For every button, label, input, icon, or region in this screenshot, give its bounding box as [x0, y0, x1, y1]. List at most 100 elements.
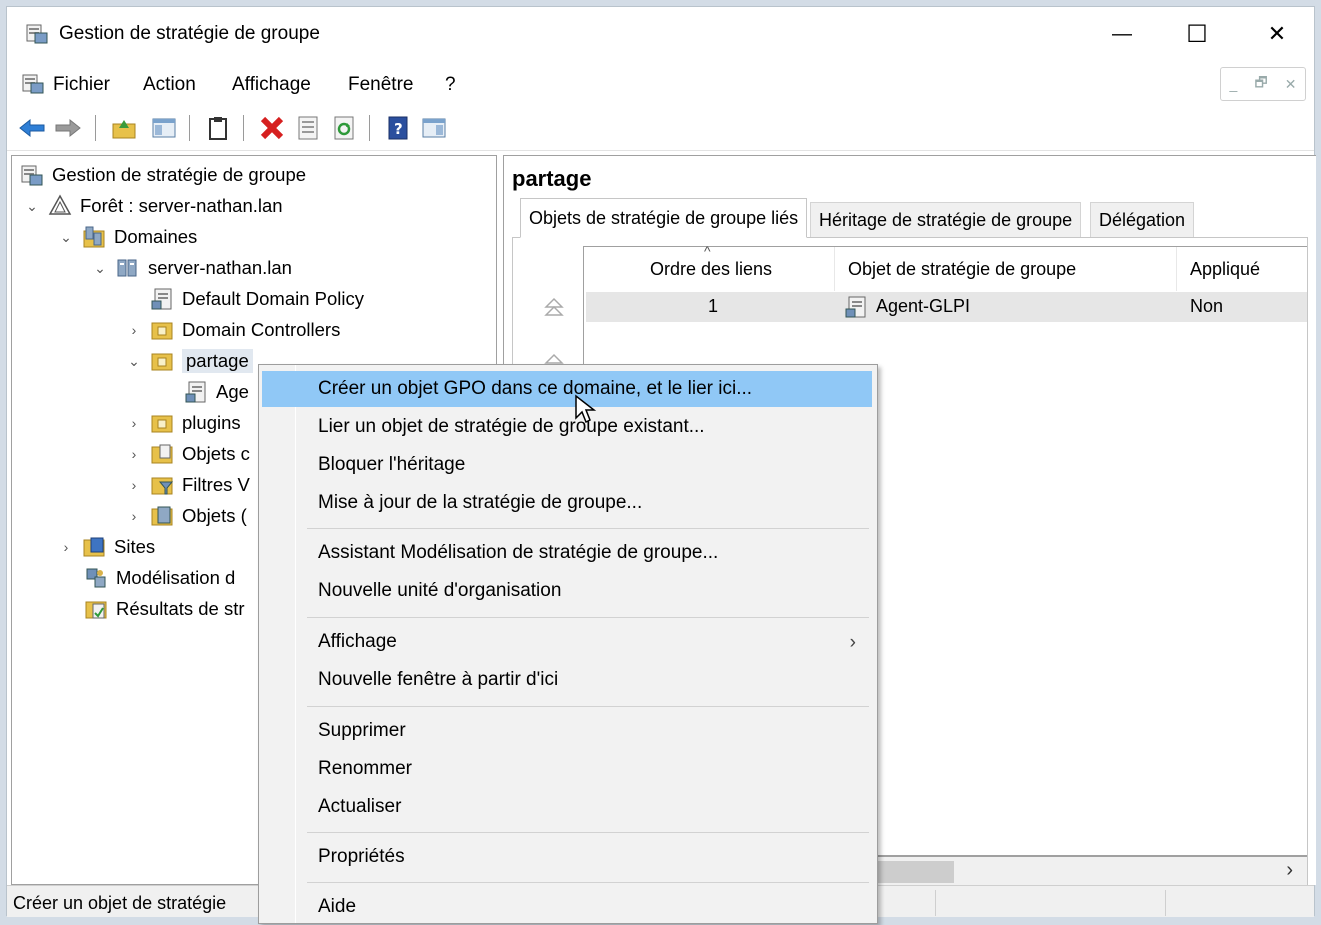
- tree-item-gpo-objects[interactable]: › Objets c: [126, 439, 250, 469]
- maximize-button[interactable]: ☐: [1167, 13, 1227, 55]
- menu-item-gp-update[interactable]: Mise à jour de la stratégie de groupe...: [262, 485, 872, 521]
- mdi-minimize-icon[interactable]: _: [1230, 76, 1238, 92]
- tree-item-default-policy[interactable]: Default Domain Policy: [150, 284, 364, 314]
- mdi-controls: _ 🗗 ✕: [1220, 67, 1306, 101]
- chevron-right-icon[interactable]: ›: [58, 539, 74, 555]
- tree-item-sites[interactable]: › Sites: [58, 532, 155, 562]
- tree-label: Sites: [114, 536, 156, 557]
- menu-item-rename[interactable]: Renommer: [262, 751, 872, 787]
- menu-item-modeling-wizard[interactable]: Assistant Modélisation de stratégie de g…: [262, 535, 872, 571]
- chevron-down-icon[interactable]: ⌄: [58, 229, 74, 245]
- tree-label: Objets c: [182, 443, 250, 464]
- menu-fichier[interactable]: Fichier: [53, 74, 110, 96]
- minimize-button[interactable]: —: [1092, 13, 1152, 55]
- column-header-order[interactable]: Ordre des liens: [650, 259, 772, 280]
- tree-item-root[interactable]: Gestion de stratégie de groupe: [20, 160, 306, 190]
- svg-text:?: ?: [394, 120, 403, 138]
- modeling-icon: [84, 566, 108, 590]
- tree-item-forest[interactable]: ⌄ Forêt : server-nathan.lan: [24, 191, 283, 221]
- window-title: Gestion de stratégie de groupe: [59, 23, 320, 44]
- status-divider: [1165, 890, 1166, 916]
- tree-label: Age: [216, 381, 249, 402]
- menu-item-block-inheritance[interactable]: Bloquer l'héritage: [262, 447, 872, 483]
- up-folder-icon[interactable]: [109, 113, 139, 143]
- show-hide-tree-icon[interactable]: [149, 113, 179, 143]
- menu-separator: [307, 706, 869, 707]
- tree-item-agent[interactable]: Age: [184, 377, 249, 407]
- menu-item-help[interactable]: Aide: [262, 889, 872, 925]
- status-text: Créer un objet de stratégie: [13, 893, 227, 913]
- menu-item-create-gpo[interactable]: Créer un objet GPO dans ce domaine, et l…: [262, 371, 872, 407]
- column-header-gpo[interactable]: Objet de stratégie de groupe: [848, 259, 1076, 280]
- menu-item-new-window[interactable]: Nouvelle fenêtre à partir d'ici: [262, 662, 872, 698]
- tree-label: server-nathan.lan: [148, 257, 292, 278]
- chevron-right-icon[interactable]: ›: [126, 415, 142, 431]
- column-divider: [834, 247, 835, 291]
- ou-folder-icon: [150, 318, 174, 342]
- chevron-down-icon[interactable]: ⌄: [24, 198, 40, 214]
- forward-arrow-icon[interactable]: [53, 113, 83, 143]
- menu-help[interactable]: ?: [445, 74, 456, 96]
- tree-item-results[interactable]: Résultats de str: [84, 594, 245, 624]
- back-arrow-icon[interactable]: [17, 113, 47, 143]
- clipboard-icon[interactable]: [203, 113, 233, 143]
- cell-applied: Non: [1190, 296, 1224, 316]
- chevron-down-icon[interactable]: ⌄: [126, 353, 142, 369]
- title-bar: Gestion de stratégie de groupe — ☐ ✕: [7, 7, 1314, 61]
- table-row[interactable]: 1 Agent-GLPI Non: [586, 292, 1307, 322]
- mdi-restore-icon[interactable]: 🗗: [1254, 72, 1267, 96]
- properties-icon[interactable]: [293, 113, 323, 143]
- cell-gpo-name: Agent-GLPI: [876, 296, 971, 316]
- chevron-right-icon[interactable]: ›: [126, 508, 142, 524]
- tab-inheritance[interactable]: Héritage de stratégie de groupe: [810, 202, 1082, 238]
- tree-item-domain[interactable]: ⌄ server-nathan.lan: [92, 253, 292, 283]
- tab-delegation[interactable]: Délégation: [1090, 202, 1195, 238]
- system-menu-icon[interactable]: [21, 73, 45, 100]
- chevron-right-icon[interactable]: ›: [126, 477, 142, 493]
- gpo-container-icon: [150, 442, 174, 466]
- toolbar-separator: [189, 115, 190, 141]
- tree-item-plugins[interactable]: › plugins: [126, 408, 241, 438]
- menu-separator: [307, 617, 869, 618]
- tree-item-wmi-filters[interactable]: › Filtres V: [126, 470, 250, 500]
- tree-item-domain-controllers[interactable]: › Domain Controllers: [126, 315, 341, 345]
- menu-bar: Fichier Action Affichage Fenêtre ? _ 🗗 ✕: [7, 61, 1314, 105]
- chevron-right-icon[interactable]: ›: [126, 446, 142, 462]
- move-to-top-icon[interactable]: [539, 292, 569, 322]
- menu-item-new-ou[interactable]: Nouvelle unité d'organisation: [262, 573, 872, 609]
- menu-action[interactable]: Action: [143, 74, 196, 96]
- menu-item-delete[interactable]: Supprimer: [262, 713, 872, 749]
- tree-item-modeling[interactable]: Modélisation d: [84, 563, 235, 593]
- tree-item-domains[interactable]: ⌄ Domaines: [58, 222, 197, 252]
- mouse-cursor-icon: [574, 394, 598, 431]
- context-menu: Créer un objet GPO dans ce domaine, et l…: [258, 364, 878, 924]
- close-button[interactable]: ✕: [1247, 13, 1307, 55]
- tree-label: plugins: [182, 412, 241, 433]
- domains-icon: [82, 225, 106, 249]
- tree-item-starter-gpos[interactable]: › Objets (: [126, 501, 247, 531]
- action-pane-icon[interactable]: [419, 113, 449, 143]
- sites-icon: [82, 535, 106, 559]
- menu-item-link-existing-gpo[interactable]: Lier un objet de stratégie de groupe exi…: [262, 409, 872, 445]
- chevron-down-icon[interactable]: ⌄: [92, 260, 108, 276]
- tree-label: Filtres V: [182, 474, 250, 495]
- scroll-right-icon[interactable]: ›: [1286, 859, 1293, 882]
- tree-item-partage[interactable]: ⌄ partage: [126, 346, 253, 376]
- chevron-right-icon[interactable]: ›: [126, 322, 142, 338]
- menu-item-properties[interactable]: Propriétés: [262, 839, 872, 875]
- column-header-applied[interactable]: Appliqué: [1190, 259, 1260, 280]
- toolbar: ?: [7, 105, 1314, 151]
- menu-item-view[interactable]: Affichage ›: [262, 624, 872, 660]
- delete-icon[interactable]: [257, 113, 287, 143]
- submenu-arrow-icon: ›: [849, 632, 856, 653]
- menu-separator: [307, 832, 869, 833]
- menu-fenetre[interactable]: Fenêtre: [348, 74, 413, 96]
- tab-linked-gpos[interactable]: Objets de stratégie de groupe liés: [520, 198, 808, 238]
- menu-item-refresh[interactable]: Actualiser: [262, 789, 872, 825]
- tree-label: Domaines: [114, 226, 198, 247]
- menu-affichage[interactable]: Affichage: [232, 74, 311, 96]
- starter-gpo-icon: [150, 504, 174, 528]
- refresh-icon[interactable]: [329, 113, 359, 143]
- help-icon[interactable]: ?: [383, 113, 413, 143]
- mdi-close-icon[interactable]: ✕: [1285, 76, 1297, 93]
